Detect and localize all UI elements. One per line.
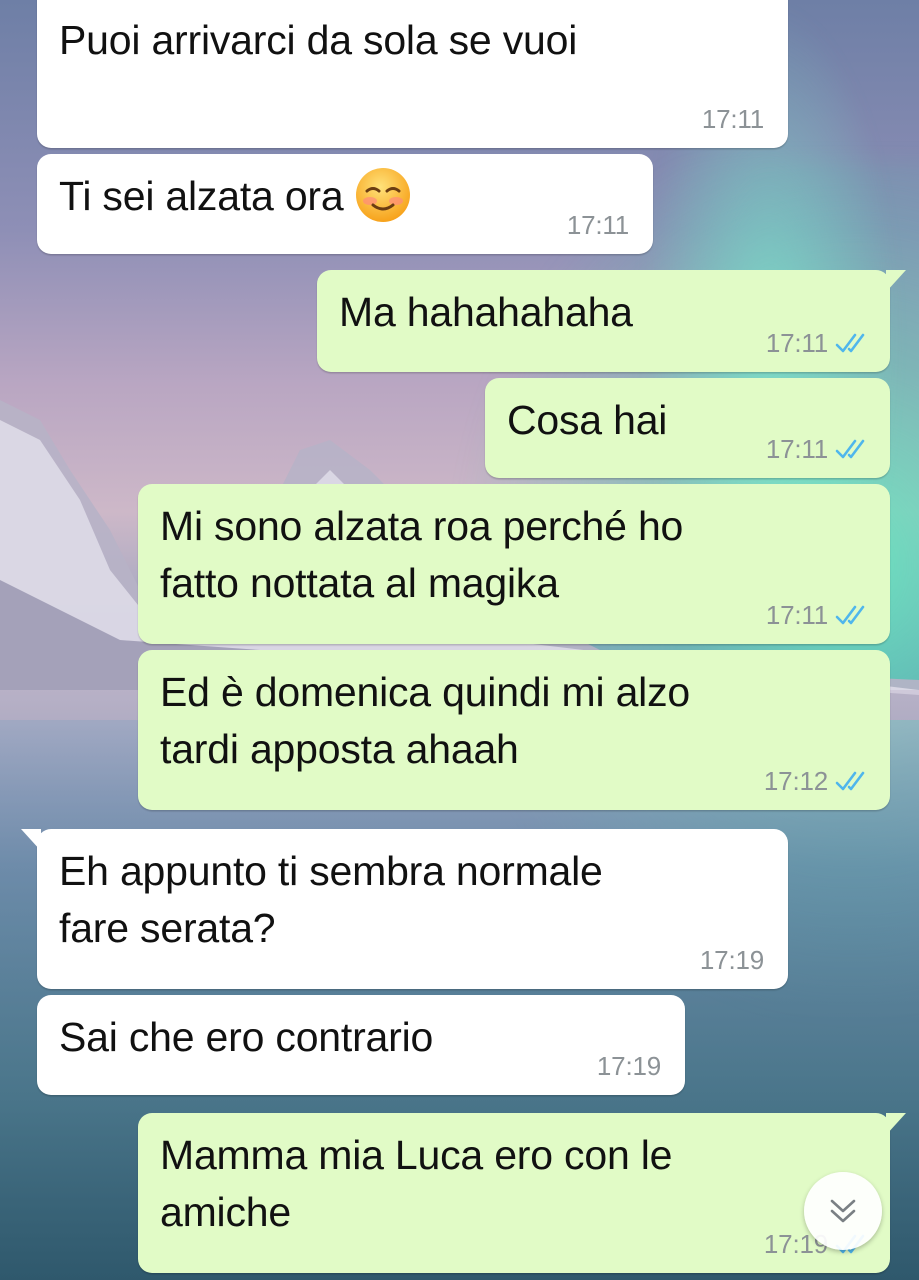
conversation[interactable]: Puoi arrivarci da sola se vuoi 17:11 Ti …: [0, 0, 919, 1280]
message-timestamp: 17:11: [765, 434, 828, 464]
read-receipt-double-check-icon: [835, 333, 865, 353]
read-receipt-double-check-icon: [835, 771, 865, 791]
read-receipt-double-check-icon: [835, 605, 865, 625]
smiling-face-with-blush-icon: [356, 168, 411, 223]
double-chevron-down-icon: [830, 1199, 856, 1223]
message-text-line: fare serata?: [59, 905, 276, 951]
message-text-line: Mamma mia Luca ero con le: [160, 1132, 673, 1178]
message-timestamp: 17:11: [566, 210, 629, 240]
message-bubble-incoming[interactable]: Eh appunto ti sembra normale fare serata…: [21, 829, 788, 989]
message-bubble-outgoing[interactable]: Ed è domenica quindi mi alzo tardi appos…: [138, 650, 890, 810]
scroll-to-bottom-button[interactable]: [804, 1172, 882, 1250]
bubble-tail: [886, 270, 906, 292]
message-timestamp: 17:19: [699, 945, 764, 975]
message-text-line: Ed è domenica quindi mi alzo: [160, 669, 690, 715]
message-text-line: Mi sono alzata roa perché ho: [160, 503, 684, 549]
message-bubble-outgoing[interactable]: Mi sono alzata roa perché ho fatto notta…: [138, 484, 890, 644]
message-text: Puoi arrivarci da sola se vuoi: [59, 17, 578, 63]
message-text-content: Ti sei alzata ora: [59, 173, 344, 219]
message-timestamp: 17:11: [765, 328, 828, 358]
message-timestamp: 17:11: [701, 104, 764, 134]
message-bubble-outgoing[interactable]: Ma hahahahaha 17:11: [317, 270, 906, 372]
message-bubble-incoming[interactable]: Ti sei alzata ora 17:11: [37, 154, 653, 254]
message-text: Cosa hai: [507, 397, 668, 443]
message-timestamp: 17:19: [596, 1051, 661, 1081]
message-text-line: Eh appunto ti sembra normale: [59, 848, 603, 894]
message-timestamp: 17:11: [765, 600, 828, 630]
message-bubble-incoming[interactable]: Puoi arrivarci da sola se vuoi 17:11: [37, 0, 788, 148]
message-bubble-outgoing[interactable]: Cosa hai 17:11: [485, 378, 890, 478]
message-text: Sai che ero contrario: [59, 1014, 434, 1060]
message-bubble-outgoing[interactable]: Mamma mia Luca ero con le amiche 17:19: [138, 1113, 906, 1273]
message-bubble-incoming[interactable]: Sai che ero contrario 17:19: [37, 995, 685, 1095]
read-receipt-double-check-icon: [835, 439, 865, 459]
bubble-tail: [886, 1113, 906, 1135]
message-timestamp: 17:12: [763, 766, 828, 796]
message-text: Ti sei alzata ora: [59, 168, 653, 225]
bubble-tail: [21, 829, 41, 851]
